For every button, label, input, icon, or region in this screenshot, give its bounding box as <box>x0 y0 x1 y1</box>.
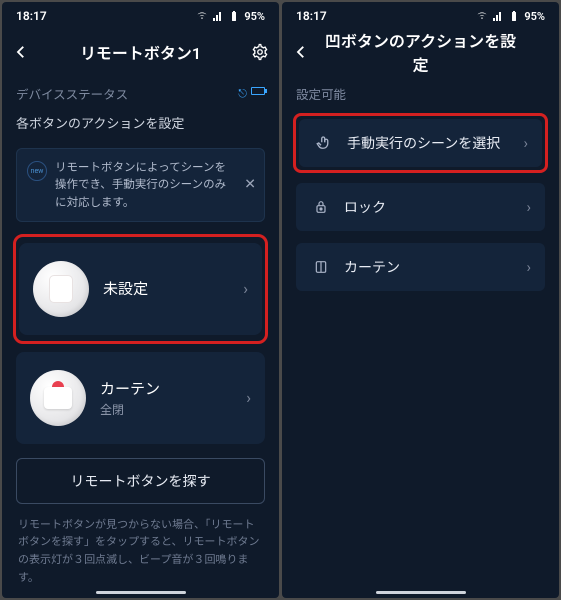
lock-icon <box>310 198 332 216</box>
home-indicator[interactable] <box>376 591 466 594</box>
close-icon[interactable]: ✕ <box>244 174 256 195</box>
find-remote-button[interactable]: リモートボタンを探す <box>16 458 265 504</box>
section-label-text: 設定可能 <box>296 84 346 103</box>
button-config-row-curtain[interactable]: カーテン 全閉 › <box>16 352 265 444</box>
home-indicator[interactable] <box>96 591 186 594</box>
chevron-right-icon: › <box>526 198 531 216</box>
phone-right: 18:17 95% 凹ボタンのアクションを設定 設定可能 手動実行のシーンを選択… <box>282 2 559 598</box>
status-indicators: 95% <box>196 10 265 23</box>
status-battery: 95% <box>524 10 545 23</box>
action-row-lock[interactable]: ロック › <box>296 183 545 231</box>
status-battery: 95% <box>244 10 265 23</box>
tap-icon <box>313 134 335 152</box>
row-text: 未設定 <box>103 278 243 299</box>
info-banner: new リモートボタンによってシーンを操作でき、手動実行のシーンのみに対応します… <box>16 148 265 222</box>
row-title: カーテン <box>100 378 246 399</box>
bluetooth-icon: ⎋ <box>238 87 247 101</box>
page-header: リモートボタン1 <box>2 30 279 74</box>
button-device-icon <box>33 261 89 317</box>
highlight-box: 未設定 › <box>13 234 268 344</box>
signal-icon <box>212 10 224 22</box>
device-status-label: デバイスステータス <box>16 84 128 103</box>
phone-left: 18:17 95% リモートボタン1 デバイスステータス ⎋ 各ボタンのアクショ… <box>2 2 279 598</box>
status-bar: 18:17 95% <box>282 2 559 30</box>
chevron-right-icon: › <box>246 388 251 407</box>
highlight-box: 手動実行のシーンを選択 › <box>293 113 548 173</box>
back-button[interactable] <box>12 43 40 61</box>
settings-button[interactable] <box>241 43 269 61</box>
row-subtitle: 全閉 <box>100 401 246 418</box>
section-label: 各ボタンのアクションを設定 <box>2 109 279 142</box>
section-label: 設定可能 <box>282 74 559 109</box>
hint-text: リモートボタンが見つからない場合、「リモートボタンを探す」をタップすると、リモー… <box>2 512 279 590</box>
new-badge-icon: new <box>27 161 47 181</box>
device-status-row[interactable]: デバイスステータス ⎋ <box>2 74 279 109</box>
info-text: リモートボタンによってシーンを操作でき、手動実行のシーンのみに対応します。 <box>55 160 226 209</box>
status-bar: 18:17 95% <box>2 2 279 30</box>
row-title: 未設定 <box>103 278 243 299</box>
status-time: 18:17 <box>296 9 327 23</box>
button-config-row-unset[interactable]: 未設定 › <box>19 243 262 335</box>
row-label: カーテン <box>344 257 526 277</box>
chevron-right-icon: › <box>526 258 531 276</box>
curtain-device-icon <box>30 370 86 426</box>
device-battery-icon <box>251 87 265 95</box>
action-row-manual-scene[interactable]: 手動実行のシーンを選択 › <box>299 119 542 167</box>
back-button[interactable] <box>292 43 320 61</box>
action-row-curtain[interactable]: カーテン › <box>296 243 545 291</box>
signal-icon <box>492 10 504 22</box>
row-label: ロック <box>344 197 526 217</box>
chevron-right-icon: › <box>243 279 248 298</box>
page-header: 凹ボタンのアクションを設定 <box>282 30 559 74</box>
device-status-icons: ⎋ <box>238 87 265 101</box>
page-title: 凹ボタンのアクションを設定 <box>320 28 521 76</box>
curtain-icon <box>310 258 332 276</box>
wifi-icon <box>476 10 488 22</box>
chevron-right-icon: › <box>523 134 528 152</box>
status-indicators: 95% <box>476 10 545 23</box>
page-title: リモートボタン1 <box>40 40 241 64</box>
row-text: カーテン 全閉 <box>100 378 246 418</box>
row-label: 手動実行のシーンを選択 <box>347 133 523 153</box>
wifi-icon <box>196 10 208 22</box>
gear-icon <box>251 43 269 61</box>
battery-icon <box>228 10 240 22</box>
battery-icon <box>508 10 520 22</box>
status-time: 18:17 <box>16 9 47 23</box>
